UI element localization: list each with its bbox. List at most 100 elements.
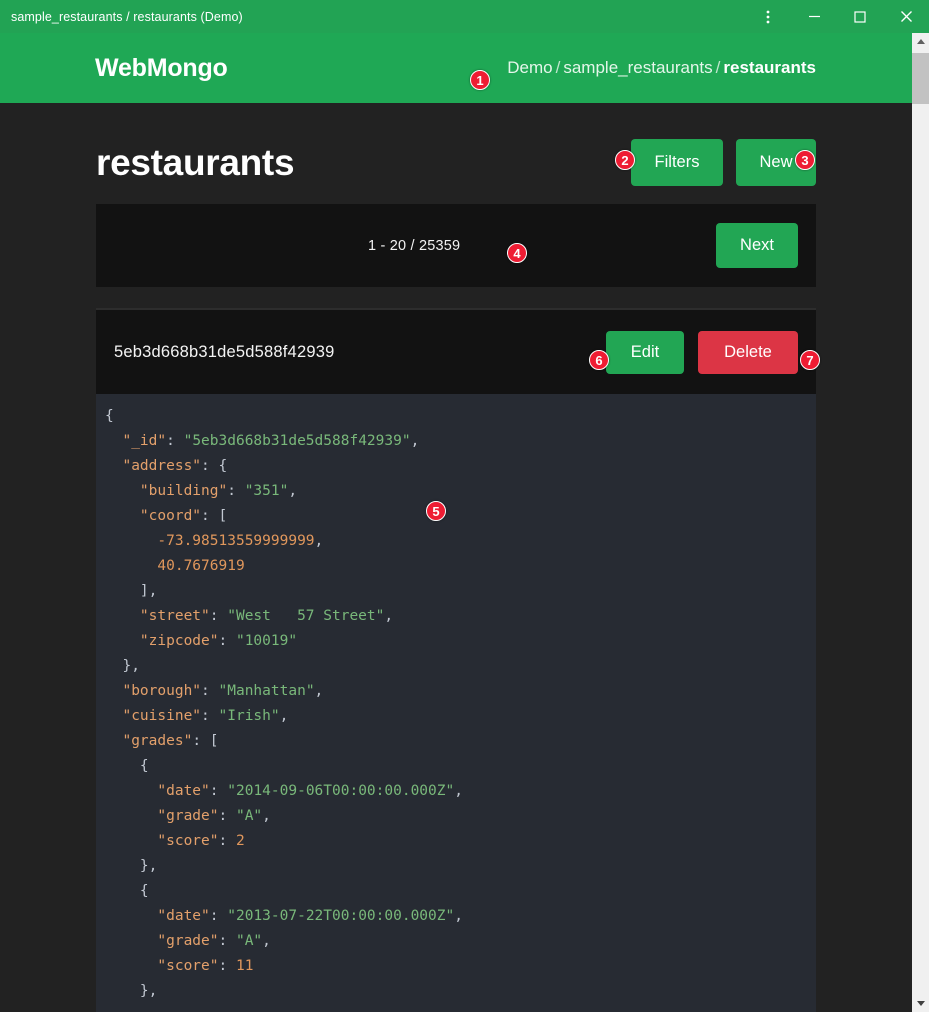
window-title: sample_restaurants / restaurants (Demo) — [0, 10, 243, 24]
json-line: }, — [96, 654, 816, 679]
json-token-punc: }, — [105, 658, 140, 674]
page-title: restaurants — [96, 142, 294, 184]
json-token-punc — [105, 783, 157, 799]
json-line: "building": "351", — [96, 479, 816, 504]
marker-3: 3 — [795, 150, 815, 170]
scrollbar-down-arrow-icon[interactable] — [912, 995, 929, 1012]
json-token-punc — [105, 958, 157, 974]
next-page-button[interactable]: Next — [716, 223, 798, 268]
json-line: }, — [96, 854, 816, 879]
json-token-punc: , — [288, 483, 297, 499]
json-token-punc: : — [219, 958, 236, 974]
breadcrumb-separator-1: / — [556, 58, 561, 77]
json-token-str: "A" — [236, 808, 262, 824]
json-token-key: "score" — [157, 958, 218, 974]
json-token-punc — [105, 558, 157, 574]
json-token-punc — [105, 458, 122, 474]
json-token-key: "grades" — [122, 733, 192, 749]
json-token-punc: , — [384, 608, 393, 624]
json-token-key: "cuisine" — [122, 708, 201, 724]
edit-button[interactable]: Edit — [606, 331, 684, 374]
json-token-punc: , — [411, 433, 420, 449]
json-token-punc: : — [210, 908, 227, 924]
marker-1: 1 — [470, 70, 490, 90]
json-line: "zipcode": "10019" — [96, 629, 816, 654]
json-token-str: "Irish" — [219, 708, 280, 724]
json-token-key: "borough" — [122, 683, 201, 699]
json-line: { — [96, 404, 816, 429]
json-line: "grades": [ — [96, 729, 816, 754]
page-title-actions: Filters New — [631, 139, 816, 186]
json-token-punc: , — [315, 533, 324, 549]
json-token-punc: : — [219, 933, 236, 949]
marker-4: 4 — [507, 243, 527, 263]
window-maximize-icon[interactable] — [837, 0, 883, 33]
json-token-str: "10019" — [236, 633, 297, 649]
json-token-punc: : — [210, 783, 227, 799]
filters-button[interactable]: Filters — [631, 139, 723, 186]
json-line: ], — [96, 579, 816, 604]
json-token-punc: : [ — [192, 733, 218, 749]
document-card: 5eb3d668b31de5d588f42939 Edit Delete { "… — [96, 308, 816, 1012]
breadcrumb-root[interactable]: Demo — [507, 58, 552, 77]
page-body: restaurants Filters New 1 - 20 / 25359 N… — [0, 103, 912, 1012]
json-token-punc — [105, 433, 122, 449]
json-token-punc: { — [105, 408, 114, 424]
json-token-key: "coord" — [140, 508, 201, 524]
app-window: sample_restaurants / restaurants (Demo) — [0, 0, 929, 1012]
json-token-punc: : — [201, 683, 218, 699]
pagination-bar: 1 - 20 / 25359 Next — [96, 204, 816, 287]
json-token-punc — [105, 733, 122, 749]
json-line: "score": 2 — [96, 829, 816, 854]
json-token-punc — [105, 533, 157, 549]
json-token-punc: : — [166, 433, 183, 449]
breadcrumb: Demo/sample_restaurants/restaurants — [507, 58, 816, 78]
pagination-next-wrap: Next — [716, 223, 798, 268]
json-token-punc: , — [315, 683, 324, 699]
json-token-punc — [105, 483, 140, 499]
marker-6: 6 — [589, 350, 609, 370]
json-line: "date": "2013-07-22T00:00:00.000Z", — [96, 904, 816, 929]
scrollbar-thumb[interactable] — [912, 53, 929, 104]
app-brand[interactable]: WebMongo — [95, 54, 228, 83]
json-token-punc: ], — [105, 583, 157, 599]
window-close-icon[interactable] — [883, 0, 929, 33]
json-token-key: "date" — [157, 908, 209, 924]
json-line: "cuisine": "Irish", — [96, 704, 816, 729]
json-token-num: 40.7676919 — [157, 558, 244, 574]
json-token-key: "street" — [140, 608, 210, 624]
json-token-punc — [105, 708, 122, 724]
json-line: { — [96, 754, 816, 779]
json-token-punc: , — [262, 808, 271, 824]
breadcrumb-collection: restaurants — [723, 58, 816, 77]
scrollbar-up-arrow-icon[interactable] — [912, 33, 929, 50]
json-line: "grade": "A", — [96, 929, 816, 954]
json-token-punc: , — [454, 908, 463, 924]
json-line: "borough": "Manhattan", — [96, 679, 816, 704]
window-menu-icon[interactable] — [745, 0, 791, 33]
scrollbar-track[interactable] — [912, 50, 929, 995]
json-token-punc — [105, 833, 157, 849]
json-token-key: "grade" — [157, 808, 218, 824]
breadcrumb-database[interactable]: sample_restaurants — [563, 58, 712, 77]
window-minimize-icon[interactable] — [791, 0, 837, 33]
json-token-punc: : — [219, 833, 236, 849]
json-line: "coord": [ — [96, 504, 816, 529]
json-line: -73.98513559999999, — [96, 529, 816, 554]
json-token-punc: { — [105, 758, 149, 774]
json-token-punc: : — [219, 808, 236, 824]
app-header: WebMongo Demo/sample_restaurants/restaur… — [0, 33, 912, 103]
json-token-punc — [105, 633, 140, 649]
delete-button[interactable]: Delete — [698, 331, 798, 374]
json-token-str: "351" — [245, 483, 289, 499]
json-line: "address": { — [96, 454, 816, 479]
json-token-punc — [105, 508, 140, 524]
json-token-punc — [105, 933, 157, 949]
json-token-punc: : — [227, 483, 244, 499]
json-token-num: 2 — [236, 833, 245, 849]
json-line: 40.7676919 — [96, 554, 816, 579]
window-scrollbar[interactable] — [912, 33, 929, 1012]
json-line: "date": "2014-09-06T00:00:00.000Z", — [96, 779, 816, 804]
json-token-punc — [105, 808, 157, 824]
json-token-punc: }, — [105, 858, 157, 874]
